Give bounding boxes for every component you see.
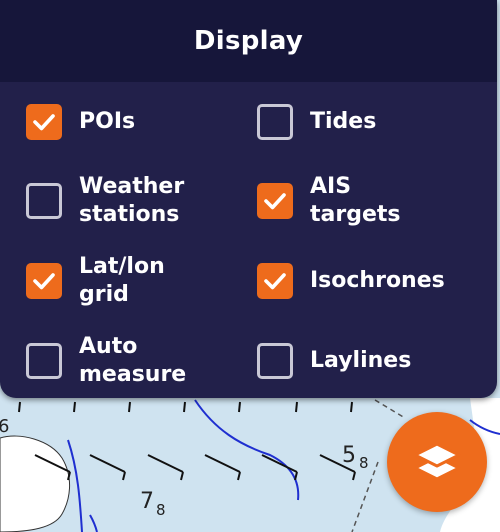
option-label: Isochrones [310,268,445,293]
option-label: POIs [79,109,136,134]
display-options: POIs Tides Weather stations AIS targets … [0,82,497,398]
option-lat-lon-grid[interactable]: Lat/lon grid [26,253,165,309]
ais-targets-checkbox[interactable] [257,183,293,219]
option-weather-stations[interactable]: Weather stations [26,173,184,229]
layers-icon [413,442,461,481]
tides-checkbox[interactable] [257,104,293,140]
option-label: AIS targets [310,174,401,227]
pois-checkbox[interactable] [26,104,62,140]
option-laylines[interactable]: Laylines [257,343,411,379]
isochrones-checkbox[interactable] [257,263,293,299]
sounding-label: 8 [156,501,166,519]
option-isochrones[interactable]: Isochrones [257,263,445,299]
panel-title: Display [193,26,304,56]
option-label: Laylines [310,348,412,373]
sounding-label: 6 [0,416,9,437]
sounding-label: 8 [359,454,369,472]
option-label: Tides [310,109,377,134]
checkmark-icon [33,114,55,131]
auto-measure-checkbox[interactable] [26,343,62,379]
option-tides[interactable]: Tides [257,104,376,140]
checkmark-icon [264,193,286,210]
checkmark-icon [33,273,55,290]
checkmark-icon [264,273,286,290]
display-panel: Display POIs Tides Weather stations AIS … [0,0,497,398]
panel-header: Display [0,0,497,82]
layers-button[interactable] [387,412,487,512]
option-label: Weather stations [79,174,185,227]
laylines-checkbox[interactable] [257,343,293,379]
sounding-label: 5 [342,443,356,468]
sounding-label: 7 [140,489,154,514]
option-pois[interactable]: POIs [26,104,135,140]
option-auto-measure[interactable]: Auto measure [26,333,186,389]
option-label: Lat/lon grid [79,254,165,307]
lat-lon-grid-checkbox[interactable] [26,263,62,299]
option-label: Auto measure [79,334,187,387]
option-ais-targets[interactable]: AIS targets [257,173,401,229]
weather-stations-checkbox[interactable] [26,183,62,219]
